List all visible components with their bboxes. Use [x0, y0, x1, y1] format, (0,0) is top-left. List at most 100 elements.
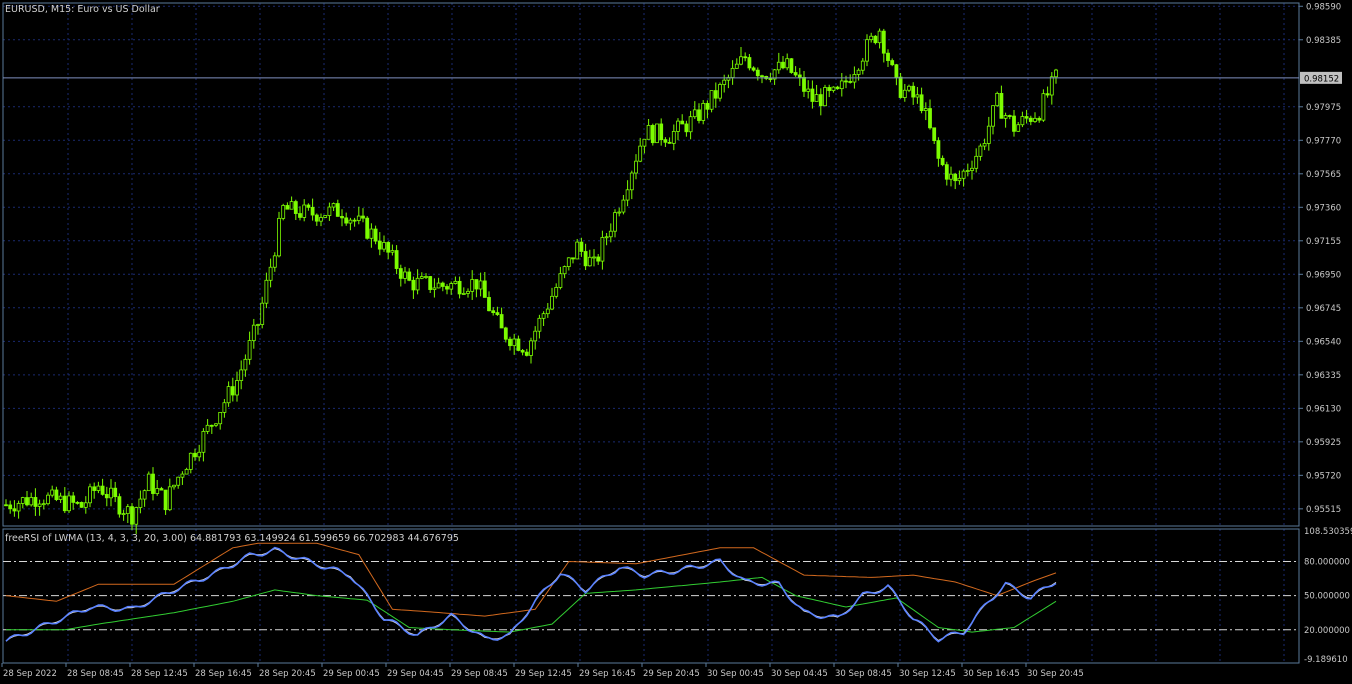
candle-body [361, 215, 365, 219]
candle-body [806, 88, 811, 92]
candle-body [29, 497, 34, 506]
candle-body [932, 127, 937, 142]
price-tick-label: 0.96130 [1306, 404, 1341, 414]
candle-body [222, 402, 227, 413]
candle-body [919, 94, 924, 111]
candle-body [25, 497, 29, 506]
candle-body [470, 279, 475, 292]
time-axis-label: 29 Sep 12:45 [515, 669, 572, 679]
candle-body [655, 123, 659, 144]
price-tick-label: 0.98590 [1306, 2, 1341, 12]
candle-body [390, 250, 395, 253]
candle-body [533, 330, 538, 342]
candle-body [50, 489, 55, 496]
indicator-title: freeRSI of LWMA (13, 4, 3, 3, 20, 3.00) … [5, 533, 459, 544]
candle-body [71, 495, 76, 503]
candle-body [848, 81, 853, 83]
candle-body [92, 486, 97, 491]
candle-body [37, 503, 42, 507]
candle-body [579, 241, 584, 252]
candle-body [1024, 116, 1029, 119]
candle-body [432, 287, 437, 290]
candle-body [953, 173, 958, 182]
candle-body [256, 324, 260, 326]
candle-body [1045, 93, 1050, 96]
time-axis-label: 28 Sep 16:45 [195, 669, 252, 679]
candle-body [600, 237, 605, 262]
candle-body [961, 170, 966, 179]
candle-body [508, 338, 512, 347]
time-axis-label: 30 Sep 08:45 [835, 669, 892, 679]
candle-body [982, 143, 987, 147]
candle-body [436, 282, 441, 289]
time-axis-label: 30 Sep 16:45 [963, 669, 1020, 679]
candle-body [802, 77, 806, 92]
candle-body [558, 273, 563, 288]
candle-body [239, 369, 244, 381]
candle-body [957, 177, 962, 182]
candle-body [445, 286, 449, 290]
candle-body [1020, 116, 1025, 126]
candle-body [306, 204, 311, 208]
candle-body [499, 314, 504, 329]
candle-body [487, 297, 491, 312]
candle-body [327, 206, 332, 216]
candle-body [902, 89, 907, 98]
chart-window[interactable]: 0.98152 0.98590 0.98385 0.97975 0.97770 0.97… [0, 0, 1352, 684]
time-axis-label: 30 Sep 20:45 [1027, 669, 1084, 679]
candle-body [188, 452, 193, 470]
candle-body [344, 217, 349, 224]
candle-body [810, 88, 815, 102]
candle-body [785, 58, 790, 69]
chart-canvas[interactable]: 0.98152 0.98590 0.98385 0.97975 0.97770 0.97… [0, 0, 1352, 684]
candle-body [562, 266, 567, 275]
candle-body [365, 217, 370, 239]
rsi-indicator-lines[interactable] [3, 542, 1299, 643]
candle-body [730, 67, 735, 78]
bid-price-label: 0.98152 [1304, 74, 1339, 84]
time-axis-label: 29 Sep 00:45 [323, 669, 380, 679]
time-axis-label: 29 Sep 04:45 [387, 669, 444, 679]
candle-body [516, 338, 521, 351]
candle-body [461, 293, 466, 295]
candle-body [856, 69, 861, 75]
candle-body [495, 312, 500, 315]
candle-body [970, 167, 974, 171]
candle-body [319, 217, 323, 222]
candle-body [310, 206, 315, 216]
candle-body [335, 203, 340, 217]
price-tick-label: 0.95515 [1306, 505, 1341, 515]
candle-body [331, 203, 336, 208]
candle-body [482, 280, 487, 298]
candle-body [289, 201, 294, 210]
candle-body [545, 308, 550, 315]
candle-body [667, 141, 672, 144]
candle-body [739, 56, 743, 65]
candle-body [869, 35, 874, 41]
candle-body [680, 120, 685, 125]
candle-body [831, 86, 836, 91]
candle-body [394, 250, 399, 269]
candle-body [12, 508, 17, 512]
candle-body [218, 412, 223, 425]
rsi-signal-line [5, 548, 1057, 642]
candle-body [886, 52, 890, 61]
candle-body [629, 172, 634, 191]
candle-body [407, 271, 412, 281]
candle-body [524, 351, 529, 356]
candle-body [575, 241, 580, 260]
candle-body [818, 94, 823, 107]
candle-body [62, 495, 67, 512]
candle-body [705, 103, 710, 110]
candle-body [747, 57, 752, 69]
candle-body [1028, 117, 1033, 122]
candle-body [554, 287, 559, 297]
candle-body [197, 451, 202, 458]
candle-body [768, 78, 773, 80]
candle-body [1054, 69, 1058, 78]
price-tick-label: 0.96950 [1306, 270, 1341, 280]
candle-body [604, 236, 609, 239]
candle-body [839, 80, 844, 90]
candle-body [491, 310, 496, 314]
candle-body [163, 489, 168, 511]
